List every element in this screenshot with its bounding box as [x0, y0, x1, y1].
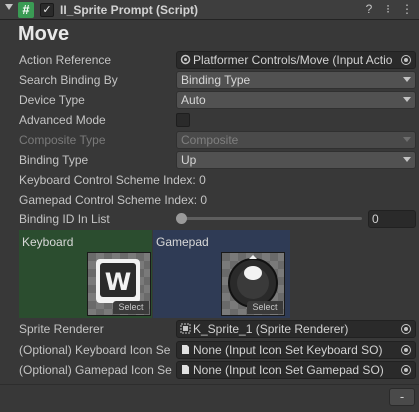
script-icon: #	[18, 2, 34, 18]
sprite-renderer-label: Sprite Renderer	[19, 322, 104, 336]
context-menu-icon[interactable]: ⋮	[400, 2, 414, 16]
gamepad-preview-panel: Gamepad Select	[153, 230, 290, 318]
preset-settings-icon[interactable]: ⁝	[381, 2, 395, 16]
advanced-mode-label: Advanced Mode	[19, 113, 106, 127]
object-picker-icon[interactable]	[397, 342, 415, 358]
input-action-icon	[180, 54, 191, 65]
foldout-arrow-icon[interactable]	[5, 4, 13, 10]
binding-id-number-field[interactable]: 0	[368, 210, 416, 228]
keyboard-sprite-preview[interactable]: W Select	[87, 252, 151, 316]
search-binding-by-label: Search Binding By	[19, 73, 118, 87]
keyboard-preview-label: Keyboard	[22, 235, 74, 249]
action-reference-label: Action Reference	[19, 53, 112, 67]
sprite-renderer-field[interactable]: K_Sprite_1 (Sprite Renderer)	[176, 320, 416, 338]
sprite-renderer-value: K_Sprite_1 (Sprite Renderer)	[193, 322, 349, 336]
chevron-down-icon	[403, 77, 411, 82]
keyboard-key-glyph: W	[105, 268, 131, 296]
search-binding-by-value: Binding Type	[181, 73, 251, 87]
device-type-value: Auto	[181, 93, 206, 107]
binding-id-slider-track[interactable]	[180, 217, 362, 220]
object-picker-icon[interactable]	[397, 52, 415, 68]
gamepad-icon-set-label: (Optional) Gamepad Icon Se	[19, 363, 172, 377]
composite-type-dropdown: Composite	[176, 131, 416, 149]
component-header: # ✓ II_Sprite Prompt (Script) ? ⁝ ⋮	[0, 0, 419, 20]
binding-type-dropdown[interactable]: Up	[176, 151, 416, 169]
keyboard-preview-panel: Keyboard W Select	[19, 230, 152, 318]
object-picker-icon[interactable]	[397, 362, 415, 378]
sprite-renderer-icon	[180, 323, 191, 334]
keyboard-icon-set-label: (Optional) Keyboard Icon Se	[19, 343, 171, 357]
binding-type-value: Up	[181, 153, 197, 167]
binding-type-label: Binding Type	[19, 153, 89, 167]
gamepad-select-button[interactable]: Select	[247, 301, 283, 314]
component-enabled-checkbox[interactable]: ✓	[40, 3, 54, 17]
remove-button[interactable]: -	[389, 388, 415, 406]
help-icon[interactable]: ?	[362, 2, 376, 16]
composite-type-label: Composite Type	[19, 133, 106, 147]
component-title: II_Sprite Prompt (Script)	[60, 3, 199, 17]
chevron-down-icon	[403, 97, 411, 102]
binding-id-slider-handle[interactable]	[176, 213, 187, 224]
advanced-mode-checkbox[interactable]	[176, 113, 190, 127]
gamepad-sprite-preview[interactable]: Select	[221, 252, 285, 316]
device-type-dropdown[interactable]: Auto	[176, 91, 416, 109]
binding-id-label: Binding ID In List	[19, 212, 110, 226]
keyboard-scheme-index: Keyboard Control Scheme Index: 0	[19, 173, 206, 187]
gamepad-icon-set-value: None (Input Icon Set Gamepad SO)	[193, 363, 384, 377]
search-binding-by-dropdown[interactable]: Binding Type	[176, 71, 416, 89]
scriptable-object-icon	[182, 365, 189, 374]
composite-type-value: Composite	[181, 133, 239, 147]
device-type-label: Device Type	[19, 93, 85, 107]
keyboard-icon-set-value: None (Input Icon Set Keyboard SO)	[193, 343, 383, 357]
action-reference-field[interactable]: Platformer Controls/Move (Input Actio	[176, 51, 416, 69]
gamepad-scheme-index: Gamepad Control Scheme Index: 0	[19, 193, 208, 207]
page-title: Move	[18, 23, 70, 45]
scriptable-object-icon	[182, 345, 189, 354]
keyboard-icon-set-field[interactable]: None (Input Icon Set Keyboard SO)	[176, 341, 416, 359]
action-reference-value: Platformer Controls/Move (Input Actio	[193, 53, 393, 67]
chevron-down-icon	[403, 137, 411, 142]
keyboard-select-button[interactable]: Select	[113, 301, 149, 314]
divider	[0, 384, 419, 385]
object-picker-icon[interactable]	[397, 321, 415, 337]
gamepad-icon-set-field[interactable]: None (Input Icon Set Gamepad SO)	[176, 361, 416, 379]
gamepad-preview-label: Gamepad	[156, 235, 209, 249]
chevron-down-icon	[403, 157, 411, 162]
